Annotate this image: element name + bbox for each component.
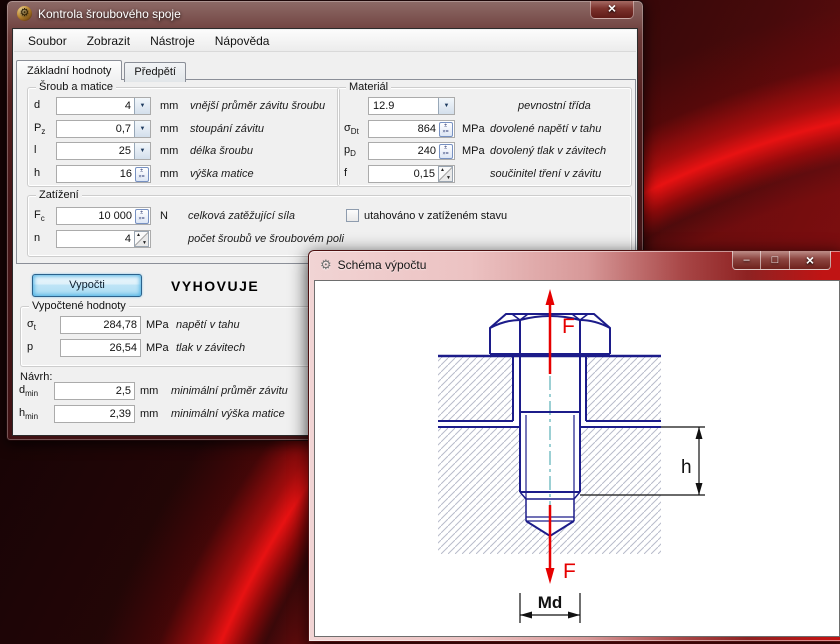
tab-page-zakladni: Šroub a matice d 4▼ mm vnější průměr záv…: [16, 79, 636, 264]
hmin-output: 2,39: [54, 405, 135, 423]
chevron-down-icon[interactable]: ▼: [438, 98, 454, 114]
chevron-down-icon[interactable]: ▼: [134, 121, 150, 137]
schema-titlebar: ⚙ Schéma výpočtu: [320, 257, 426, 273]
p-output: 26,54: [60, 339, 141, 357]
chevron-down-icon[interactable]: ▼: [134, 98, 150, 114]
menu-bar: Soubor Zobrazit Nástroje Nápověda: [14, 30, 636, 52]
calculator-icon[interactable]: ±×=: [135, 167, 149, 182]
menu-soubor[interactable]: Soubor: [18, 31, 77, 51]
plate1-right-hatch: [586, 356, 661, 421]
menu-napoveda[interactable]: Nápověda: [205, 31, 280, 51]
group-title: Zatížení: [36, 188, 82, 202]
tab-strip: Základní hodnoty Předpětí: [16, 60, 188, 80]
row-pz: Pz 0,7▼ mm stoupání závitu: [28, 120, 339, 138]
calculator-icon[interactable]: ±×=: [135, 209, 149, 224]
row-p: p 26,54 MPa tlak v závitech: [21, 339, 336, 357]
minimize-button[interactable]: –: [732, 251, 761, 270]
d-combobox[interactable]: 4▼: [56, 97, 151, 115]
main-window-title: Kontrola šroubového spoje: [38, 7, 181, 21]
close-button[interactable]: ×: [789, 251, 831, 270]
pd-input[interactable]: 240±×=: [368, 142, 455, 160]
chevron-down-icon[interactable]: ▼: [134, 143, 150, 159]
loaded-state-checkbox[interactable]: [346, 209, 359, 222]
f-input[interactable]: 0,15▲▼: [368, 165, 455, 183]
row-n: n 4▲▼ počet šroubů ve šroubovém poli: [28, 230, 631, 248]
l-combobox[interactable]: 25▼: [56, 142, 151, 160]
height-dimension-label: h: [681, 457, 692, 478]
main-close-button[interactable]: ×: [590, 1, 634, 19]
row-fc: Fc 10 000±×= N celková zatěžující síla: [28, 207, 631, 225]
group-sroub-a-matice: Šroub a matice d 4▼ mm vnější průměr záv…: [27, 87, 340, 187]
loaded-state-checkbox-row: utahováno v zatíženém stavu: [346, 209, 507, 222]
md-dimension-label: Md: [538, 593, 563, 612]
group-material: Materiál 12.9▼ pevnostní třída σDt 864±×…: [337, 87, 632, 187]
force-label-bottom: F: [563, 560, 576, 583]
bolt-diagram-svg: F F h Md: [315, 281, 839, 636]
group-title: Vypočtené hodnoty: [29, 299, 129, 313]
calculator-icon[interactable]: ±×=: [439, 122, 453, 137]
fc-input[interactable]: 10 000±×=: [56, 207, 151, 225]
group-title: Šroub a matice: [36, 80, 116, 94]
row-dmin: dmin 2,5 mm minimální průměr závitu: [19, 382, 288, 400]
group-title: Materiál: [346, 80, 391, 94]
maximize-button[interactable]: □: [761, 251, 789, 270]
pz-combobox[interactable]: 0,7▼: [56, 120, 151, 138]
tab-predpeti[interactable]: Předpětí: [124, 62, 186, 82]
row-pd: pD 240±×= MPa dovolený tlak v závitech: [338, 142, 631, 160]
force-label-top: F: [562, 315, 575, 338]
schema-window: ⚙ Schéma výpočtu – □ ×: [308, 250, 840, 642]
spinner-control[interactable]: ▲▼: [438, 166, 453, 182]
dmin-output: 2,5: [54, 382, 135, 400]
desktop-background: ⚙ Kontrola šroubového spoje × Soubor Zob…: [0, 0, 840, 644]
group-zatizeni: Zatížení Fc 10 000±×= N celková zatěžují…: [27, 195, 632, 257]
schema-window-title: Schéma výpočtu: [338, 258, 427, 272]
main-titlebar: ⚙ Kontrola šroubového spoje: [17, 6, 181, 21]
checkbox-label: utahováno v zatíženém stavu: [364, 210, 507, 222]
plate1-left-hatch: [438, 356, 513, 421]
row-pevnostni-trida: 12.9▼ pevnostní třída: [338, 97, 631, 115]
n-input[interactable]: 4▲▼: [56, 230, 151, 248]
row-h: h 16±×= mm výška matice: [28, 165, 339, 183]
schema-client-area: F F h Md: [314, 280, 840, 637]
spinner-control[interactable]: ▲▼: [134, 231, 149, 247]
menu-nastroje[interactable]: Nástroje: [140, 31, 205, 51]
window-caption-buttons: – □ ×: [732, 251, 831, 270]
compute-button[interactable]: Vypočti: [32, 274, 142, 297]
row-hmin: hmin 2,39 mm minimální výška matice: [19, 405, 285, 423]
row-d: d 4▼ mm vnější průměr závitu šroubu: [28, 97, 339, 115]
strength-class-combobox[interactable]: 12.9▼: [368, 97, 455, 115]
gear-icon: ⚙: [320, 257, 332, 273]
calculator-icon[interactable]: ±×=: [439, 144, 453, 159]
group-vypoctene-hodnoty: Vypočtené hodnoty σt 284,78 MPa napětí v…: [20, 306, 337, 367]
row-sigma-t: σt 284,78 MPa napětí v tahu: [21, 316, 336, 334]
row-f: f 0,15▲▼ součinitel tření v závitu: [338, 165, 631, 183]
menu-zobrazit[interactable]: Zobrazit: [77, 31, 140, 51]
row-sigma-dt: σDt 864±×= MPa dovolené napětí v tahu: [338, 120, 631, 138]
h-input[interactable]: 16±×=: [56, 165, 151, 183]
sigma-dt-input[interactable]: 864±×=: [368, 120, 455, 138]
row-l: l 25▼ mm délka šroubu: [28, 142, 339, 160]
tab-zakladni-hodnoty[interactable]: Základní hodnoty: [16, 60, 122, 80]
app-gear-icon: ⚙: [17, 6, 32, 21]
result-status-text: VYHOVUJE: [171, 278, 259, 294]
sigma-t-output: 284,78: [60, 316, 141, 334]
